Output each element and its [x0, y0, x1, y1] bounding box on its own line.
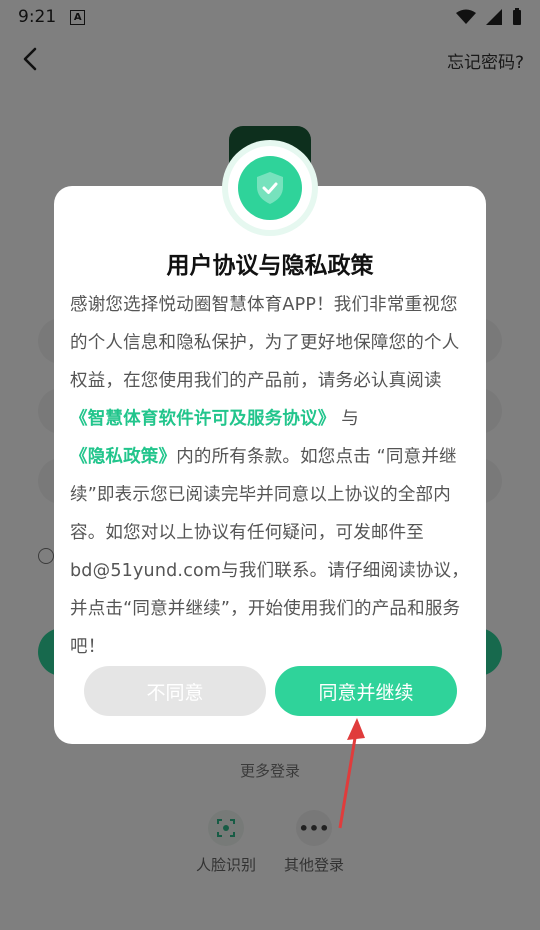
- body-and-text: 与: [341, 409, 359, 429]
- dialog-body: 感谢您选择悦动圈智慧体育APP！我们非常重视您的个人信息和隐私保护，为了更好地保…: [70, 286, 470, 666]
- dialog-title: 用户协议与隐私政策: [166, 253, 374, 279]
- privacy-policy-link[interactable]: 《隐私政策》: [70, 447, 176, 467]
- privacy-dialog: 用户协议与隐私政策 感谢您选择悦动圈智慧体育APP！我们非常重视您的个人信息和隐…: [54, 186, 486, 744]
- license-agreement-link[interactable]: 《智慧体育软件许可及服务协议》: [70, 409, 336, 429]
- shield-check-icon: [238, 156, 302, 220]
- shield-badge: [206, 138, 334, 230]
- body-text-part1: 感谢您选择悦动圈智慧体育APP！我们非常重视您的个人信息和隐私保护，为了更好地保…: [70, 295, 460, 391]
- disagree-button[interactable]: 不同意: [84, 666, 266, 716]
- agree-continue-button[interactable]: 同意并继续: [275, 666, 457, 716]
- body-text-part2: 内的所有条款。如您点击 “同意并继续”即表示您已阅读完毕并同意以上协议的全部内容…: [70, 447, 469, 657]
